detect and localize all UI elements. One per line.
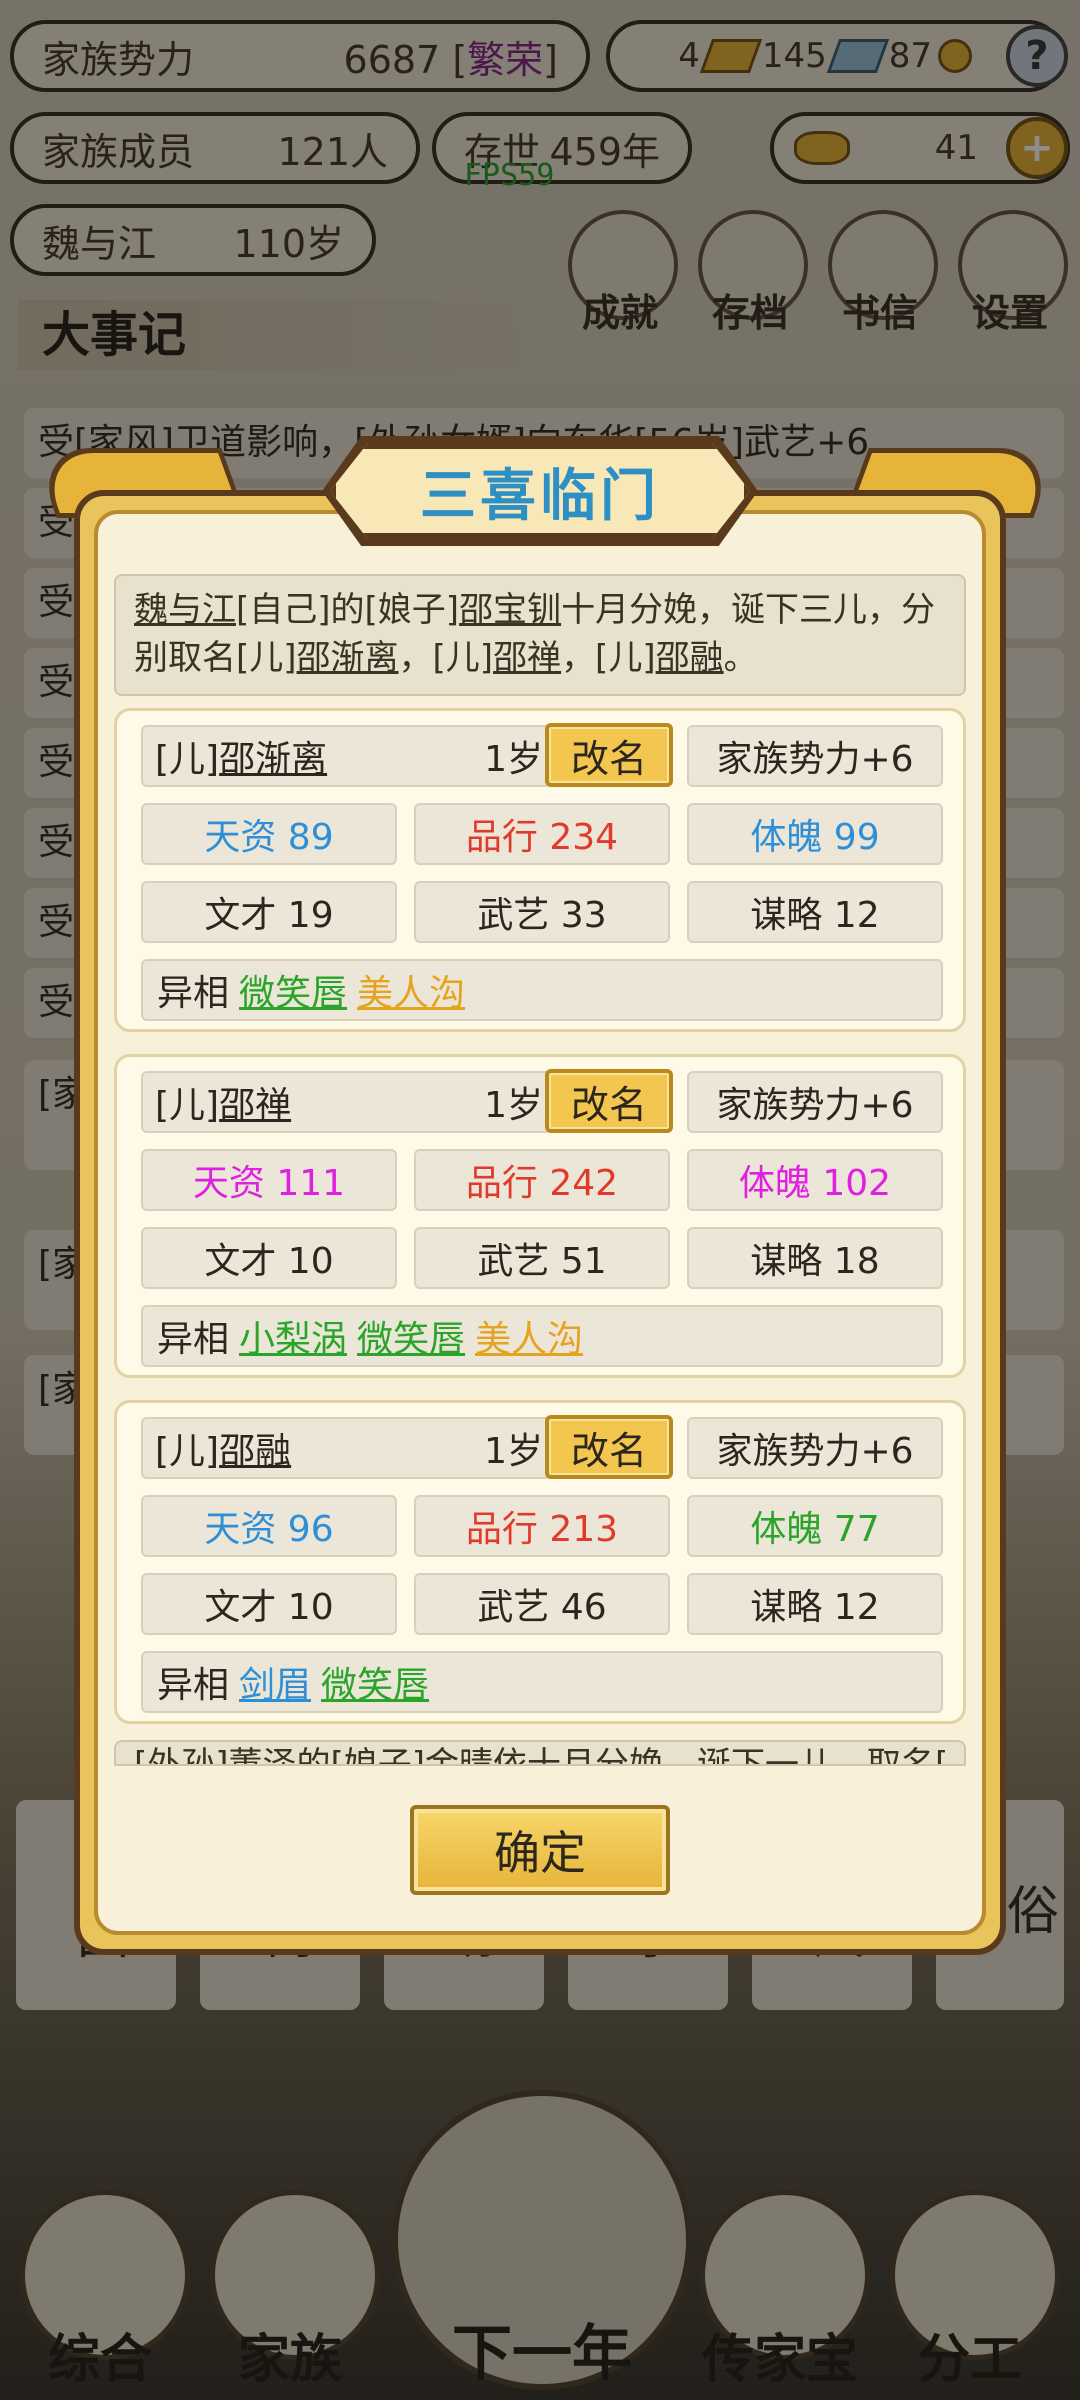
child-name[interactable]: 邵渐离 xyxy=(219,730,327,782)
talent-stat: 天资 89 xyxy=(141,803,397,865)
strategy-stat: 谋略 12 xyxy=(687,881,943,943)
dialog-title: 三喜临门 xyxy=(420,463,660,529)
trait-link[interactable]: 美人沟 xyxy=(475,1310,583,1362)
child-card: [儿] 邵渐离 1岁 改名 家族势力+6 天资 89 品行 234 体魄 99 文… xyxy=(114,708,966,1032)
child-name-cell: [儿] 邵渐离 1岁 xyxy=(141,725,551,787)
person-link[interactable]: 魏与江 xyxy=(134,590,236,630)
talent-stat: 天资 96 xyxy=(141,1495,397,1557)
rename-button[interactable]: 改名 xyxy=(545,723,673,787)
trait-link[interactable]: 剑眉 xyxy=(239,1656,311,1708)
power-bonus: 家族势力+6 xyxy=(687,1417,943,1479)
morality-stat: 品行 213 xyxy=(414,1495,670,1557)
trait-link[interactable]: 美人沟 xyxy=(357,964,465,1016)
child-name[interactable]: 邵禅 xyxy=(219,1076,291,1128)
traits-label: 异相 xyxy=(157,1319,230,1360)
rename-button[interactable]: 改名 xyxy=(545,1069,673,1133)
morality-stat: 品行 242 xyxy=(414,1149,670,1211)
traits-row: 异相 剑眉 微笑唇 xyxy=(141,1651,943,1713)
child-name-cell: [儿] 邵融 1岁 xyxy=(141,1417,551,1479)
power-bonus: 家族势力+6 xyxy=(687,725,943,787)
physique-stat: 体魄 77 xyxy=(687,1495,943,1557)
trait-link[interactable]: 微笑唇 xyxy=(321,1656,429,1708)
literary-stat: 文才 10 xyxy=(141,1573,397,1635)
confirm-button[interactable]: 确定 xyxy=(410,1805,670,1895)
morality-stat: 品行 234 xyxy=(414,803,670,865)
birth-announcement: 魏与江[自己]的[娘子]邵宝钏十月分娩，诞下三儿，分别取名[儿]邵渐离，[儿]邵… xyxy=(114,574,966,696)
physique-stat: 体魄 99 xyxy=(687,803,943,865)
trait-link[interactable]: 微笑唇 xyxy=(239,964,347,1016)
person-link[interactable]: 邵宝钏 xyxy=(459,590,561,630)
next-announcement-peek: [外孙]董泽的[娘子]金晴依十月分娩，诞下一儿，取名[ xyxy=(114,1740,966,1766)
person-link[interactable]: 邵融 xyxy=(656,638,724,678)
child-name-cell: [儿] 邵禅 1岁 xyxy=(141,1071,551,1133)
child-age: 1岁 xyxy=(484,1431,543,1472)
literary-stat: 文才 19 xyxy=(141,881,397,943)
person-link[interactable]: 邵禅 xyxy=(493,638,561,678)
dialog-title-plate: 三喜临门 xyxy=(330,443,750,539)
literary-stat: 文才 10 xyxy=(141,1227,397,1289)
strategy-stat: 谋略 18 xyxy=(687,1227,943,1289)
child-relation: [儿] xyxy=(155,1431,220,1472)
traits-label: 异相 xyxy=(157,1665,230,1706)
rename-button[interactable]: 改名 xyxy=(545,1415,673,1479)
child-name[interactable]: 邵融 xyxy=(219,1422,291,1474)
traits-row: 异相 小梨涡 微笑唇 美人沟 xyxy=(141,1305,943,1367)
child-relation: [儿] xyxy=(155,1085,220,1126)
martial-stat: 武艺 51 xyxy=(414,1227,670,1289)
martial-stat: 武艺 33 xyxy=(414,881,670,943)
person-link[interactable]: 邵渐离 xyxy=(297,638,399,678)
strategy-stat: 谋略 12 xyxy=(687,1573,943,1635)
power-bonus: 家族势力+6 xyxy=(687,1071,943,1133)
traits-label: 异相 xyxy=(157,973,230,1014)
traits-row: 异相 微笑唇 美人沟 xyxy=(141,959,943,1021)
child-card: [儿] 邵融 1岁 改名 家族势力+6 天资 96 品行 213 体魄 77 文才… xyxy=(114,1400,966,1724)
physique-stat: 体魄 102 xyxy=(687,1149,943,1211)
child-card: [儿] 邵禅 1岁 改名 家族势力+6 天资 111 品行 242 体魄 102 … xyxy=(114,1054,966,1378)
child-relation: [儿] xyxy=(155,739,220,780)
child-age: 1岁 xyxy=(484,739,543,780)
trait-link[interactable]: 微笑唇 xyxy=(357,1310,465,1362)
martial-stat: 武艺 46 xyxy=(414,1573,670,1635)
child-age: 1岁 xyxy=(484,1085,543,1126)
trait-link[interactable]: 小梨涡 xyxy=(239,1310,347,1362)
talent-stat: 天资 111 xyxy=(141,1149,397,1211)
